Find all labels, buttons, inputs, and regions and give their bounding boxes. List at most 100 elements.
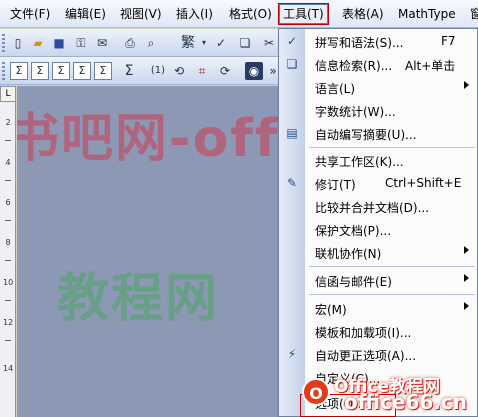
new-document-icon[interactable]: ▯ [9, 34, 27, 52]
menu-edit[interactable]: 编辑(E) [61, 4, 110, 24]
email-icon[interactable]: ✉ [93, 34, 111, 52]
tab-selector[interactable]: L [0, 86, 16, 102]
sum-icon[interactable]: Σ [31, 62, 49, 80]
logo-badge-icon: O [302, 378, 330, 406]
menu-item-shortcut: Ctrl+Shift+E [385, 176, 462, 190]
ruler-tick [5, 340, 11, 341]
print-preview-icon[interactable]: ⌕ [142, 34, 160, 52]
menu-item-letters-mailings[interactable]: 信函与邮件(E) [279, 269, 477, 292]
ruler-number: 2 [5, 118, 11, 127]
menu-item-macro[interactable]: 宏(M) [279, 297, 477, 320]
sum-icon[interactable]: Σ [94, 62, 112, 80]
menu-item-protect-document[interactable]: 保护文档(P)... [279, 218, 477, 241]
menu-separator [309, 294, 475, 295]
menu-item-spelling[interactable]: ✓ 拼写和语法(S)... F7 [279, 30, 477, 53]
save-icon[interactable]: ■ [50, 34, 68, 52]
research-icon: ❏ [286, 57, 298, 71]
menu-insert[interactable]: 插入(I) [172, 4, 217, 24]
menu-item-label: 联机协作(N) [315, 247, 382, 261]
menu-item-label: 信函与邮件(E) [315, 275, 392, 289]
standard-toolbar: ▯ ▰ ■ ⚿ ✉ ⎙ ⌕ 繁 ▾ ✓ ❏ ✂ [0, 29, 280, 57]
menu-item-online-collaboration[interactable]: 联机协作(N) [279, 241, 477, 264]
submenu-arrow-icon [464, 274, 469, 282]
menu-item-label: 修订(T) [315, 178, 356, 192]
menu-item-label: 字数统计(W)... [315, 105, 396, 119]
chevron-down-icon[interactable]: ▾ [199, 34, 209, 52]
menu-item-label: 模板和加载项(I)... [315, 326, 412, 340]
sum-icon[interactable]: Σ [52, 62, 70, 80]
menu-item-label: 信息检索(R)... [315, 59, 393, 73]
chapter-break-icon[interactable]: ⌗ [193, 62, 211, 80]
menu-separator [309, 266, 475, 267]
ruler-number: 4 [5, 158, 11, 167]
toolbar-grip[interactable] [2, 62, 5, 80]
menu-format[interactable]: 格式(O) [225, 4, 276, 24]
permission-icon[interactable]: ⚿ [72, 34, 90, 52]
track-changes-icon: ✎ [286, 176, 298, 190]
ruler-number: 12 [3, 318, 14, 327]
ruler-tick [5, 220, 11, 221]
menu-item-compare-merge[interactable]: 比较并合并文档(D)... [279, 195, 477, 218]
ruler-tick [5, 180, 11, 181]
menu-file[interactable]: 文件(F) [6, 4, 54, 24]
autocorrect-icon: ⚡ [287, 347, 297, 361]
document-area[interactable]: 书吧网-office 教程网 [17, 86, 280, 417]
toolbar-grip[interactable] [2, 34, 5, 52]
ruler-number: 10 [3, 278, 14, 287]
submenu-arrow-icon [464, 302, 469, 310]
menu-separator [309, 147, 475, 148]
menu-item-label: 保护文档(P)... [315, 224, 392, 238]
sum-icon[interactable]: Σ [10, 62, 28, 80]
ruler-tick [5, 300, 11, 301]
ruler-number: 14 [3, 364, 14, 373]
traditional-chinese-button[interactable]: 繁 [177, 34, 199, 52]
menu-view[interactable]: 视图(V) [116, 4, 166, 24]
logo-url: office66.cn [344, 390, 467, 414]
watermark-text: 教程网 [57, 269, 220, 329]
menu-item-research[interactable]: ❏ 信息检索(R)... Alt+单击 [279, 53, 477, 76]
tools-menu: ✓ 拼写和语法(S)... F7 ❏ 信息检索(R)... Alt+单击 语言(… [278, 28, 478, 417]
menu-item-language[interactable]: 语言(L) [279, 76, 477, 99]
vertical-ruler[interactable]: 2 4 6 8 10 12 14 [0, 102, 16, 417]
menu-tools[interactable]: 工具(T) [278, 3, 329, 25]
ruler-number: 8 [5, 238, 11, 247]
autosummarize-icon: ▤ [286, 126, 298, 140]
menu-item-shared-workspace[interactable]: 共享工作区(K)... [279, 149, 477, 172]
submenu-arrow-icon [464, 246, 469, 254]
sum-icon[interactable]: Σ [120, 62, 138, 80]
insert-number-icon[interactable]: ⟲ [170, 62, 188, 80]
menu-mathtype[interactable]: MathType [394, 4, 460, 24]
ruler-number: 6 [5, 198, 11, 207]
menu-item-label: 语言(L) [315, 82, 356, 96]
menu-item-autocorrect[interactable]: ⚡ 自动更正选项(A)... [279, 343, 477, 366]
menu-item-templates-addins[interactable]: 模板和加载项(I)... [279, 320, 477, 343]
equation-number-icon[interactable]: (1) [147, 62, 169, 80]
menu-item-shortcut: Alt+单击 [405, 59, 456, 73]
menu-item-shortcut: F7 [441, 34, 456, 48]
cut-icon[interactable]: ✂ [260, 34, 278, 52]
open-folder-icon[interactable]: ▰ [29, 34, 47, 52]
menu-window[interactable]: 窗 [466, 4, 478, 24]
menu-item-word-count[interactable]: 字数统计(W)... [279, 99, 477, 122]
sum-icon[interactable]: Σ [73, 62, 91, 80]
menu-item-label: 自动更正选项(A)... [315, 349, 417, 363]
globe-icon[interactable]: ◉ [245, 62, 263, 80]
menu-bar: 文件(F) 编辑(E) 视图(V) 插入(I) 格式(O) 工具(T) 表格(A… [0, 0, 478, 28]
mathtype-toolbar: Σ Σ Σ Σ Σ Σ (1) ⟲ ⌗ ⟳ ◉ » [0, 57, 280, 85]
menu-item-track-changes[interactable]: ✎ 修订(T) Ctrl+Shift+E [279, 172, 477, 195]
submenu-arrow-icon [464, 81, 469, 89]
spelling-icon[interactable]: ✓ [212, 34, 230, 52]
ruler-tick [5, 260, 11, 261]
menu-item-label: 拼写和语法(S)... [315, 36, 404, 50]
menu-table[interactable]: 表格(A) [338, 4, 388, 24]
menu-item-label: 宏(M) [315, 303, 347, 317]
menu-item-label: 共享工作区(K)... [315, 155, 404, 169]
ruler-tick [5, 140, 11, 141]
print-icon[interactable]: ⎙ [121, 34, 139, 52]
research-icon[interactable]: ❏ [236, 34, 254, 52]
site-logo: O Office教程网 office66.cn [302, 368, 478, 417]
spelling-icon: ✓ [286, 34, 298, 48]
menu-item-autosummarize[interactable]: ▤ 自动编写摘要(U)... [279, 122, 477, 145]
menu-item-label: 比较并合并文档(D)... [315, 201, 430, 215]
update-numbers-icon[interactable]: ⟳ [216, 62, 234, 80]
